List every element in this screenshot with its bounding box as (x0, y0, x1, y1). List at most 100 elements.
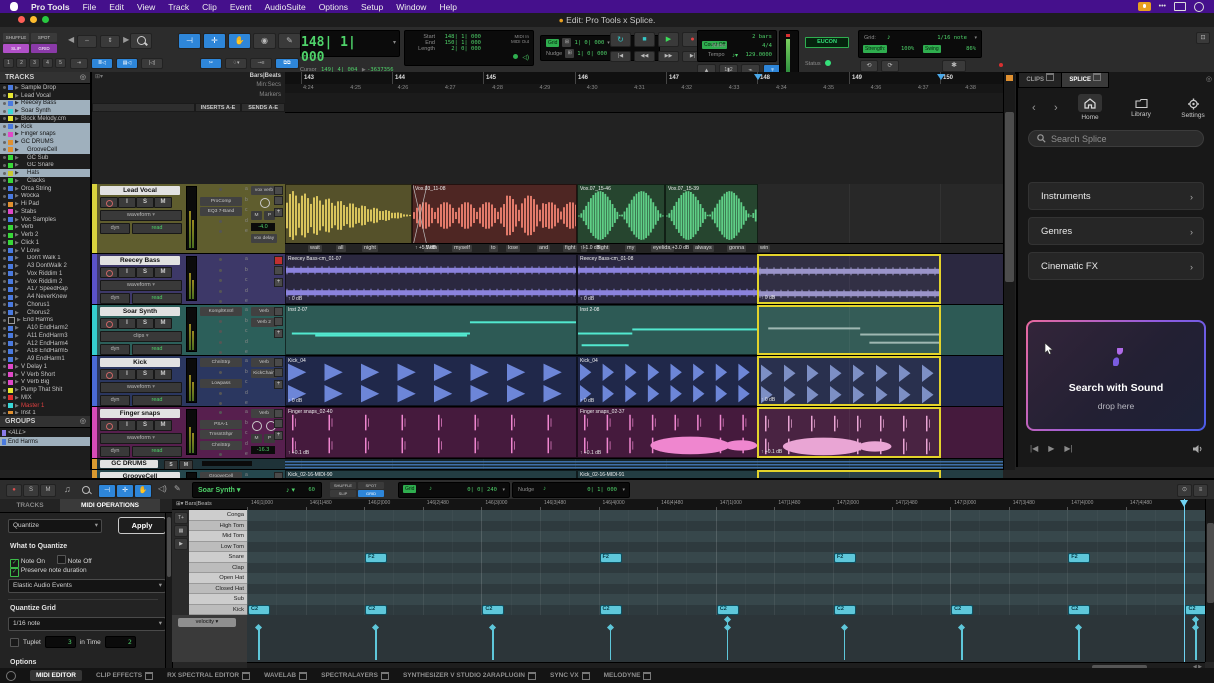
audio-clip[interactable]: Kick_04↑ 0 dB (577, 356, 758, 406)
track-list-item[interactable]: ▶Vox Riddim 1 (0, 270, 90, 278)
zoom-preset-5[interactable]: 5 (55, 58, 66, 68)
bottom-tab-clip-effects[interactable]: CLIP EFFECTS (96, 672, 153, 680)
menu-extra-icon[interactable]: ••• (1159, 3, 1166, 10)
mode-shuffle-button[interactable]: SHUFFLE (3, 33, 29, 42)
mode-grid-button[interactable]: GRID (31, 44, 57, 53)
midi-note-kick[interactable]: C2 (717, 605, 739, 615)
markers-ruler[interactable] (285, 93, 1003, 113)
me-mode-slip[interactable]: SLIP (330, 490, 356, 497)
nudge-note-icon[interactable]: ⊞ (565, 49, 574, 58)
menu-window[interactable]: Window (396, 2, 426, 12)
mode-spot-button[interactable]: SPOT (31, 33, 57, 42)
me-nudge-panel[interactable]: Nudge ♪ 0| 1| 000 ▾ (512, 482, 630, 498)
track-show-dot[interactable] (3, 210, 6, 213)
track-list-item[interactable]: ▶Click 1 (0, 239, 90, 247)
track-lane-finger_snaps[interactable]: Finger snaps_02-40↑ +0.1 dBFinger snaps_… (285, 407, 1003, 459)
audio-clip[interactable]: Reecey Bass-cm_01-07↑ 0 dB (285, 254, 577, 304)
me-lane-label[interactable]: Open Hat (189, 573, 247, 584)
track-view-selector[interactable]: waveform ▾ (100, 280, 182, 291)
track-show-dot[interactable] (3, 257, 6, 260)
tab-clips[interactable]: CLIPS (1018, 72, 1062, 88)
track-list-item[interactable]: ▶Chorus2 (0, 309, 90, 317)
track-corner-icon[interactable] (274, 419, 283, 428)
track-show-dot[interactable] (3, 148, 6, 151)
midi-note-kick[interactable]: C2 (365, 605, 387, 615)
layered-edit-button[interactable]: ⊸≡ (250, 58, 272, 69)
send-slot-letter[interactable]: b (245, 318, 248, 324)
track-list-item[interactable]: ▶End Harms (0, 317, 90, 325)
midi-note-kick[interactable]: C2 (600, 605, 622, 615)
selected-region[interactable] (757, 305, 941, 355)
trim-tool-button[interactable]: ⊣ (178, 33, 201, 49)
midi-note-kick[interactable]: C2 (1068, 605, 1090, 615)
track-dyn-selector[interactable]: dyn (100, 223, 130, 234)
me-vertical-scrollbar[interactable] (1205, 499, 1214, 662)
track-list-item[interactable]: ▶A11 EndHarm3 (0, 332, 90, 340)
me-grabber-tool[interactable]: ✋ (134, 484, 152, 498)
track-list-item[interactable]: ▶Verb (0, 224, 90, 232)
track-show-dot[interactable] (3, 303, 6, 306)
send-slot-letter[interactable]: d (245, 288, 248, 294)
me-lane-label[interactable]: Kick (189, 605, 247, 616)
bottom-tab-sync-vx[interactable]: SYNC VX (550, 672, 590, 680)
insert-empty-slot[interactable] (219, 371, 222, 374)
track-list-item[interactable]: ▶Orca String (0, 185, 90, 193)
tab-to-transient-button[interactable]: ⇥ (70, 58, 88, 69)
me-selector-tool[interactable]: ✛ (116, 484, 134, 498)
settings-gear-button[interactable]: ✱ (942, 60, 966, 72)
velocity-diamond[interactable] (1075, 624, 1082, 631)
ruler-view-icon[interactable]: ⊞▾ (95, 73, 103, 80)
menu-help[interactable]: Help (439, 2, 456, 12)
track-list-item[interactable]: ▶Clacks (0, 177, 90, 185)
track-show-dot[interactable] (3, 195, 6, 198)
track-record-button[interactable] (100, 420, 118, 431)
me-lane-label[interactable]: High Tom (189, 521, 247, 532)
send-slot-letter[interactable]: d (245, 441, 248, 447)
bottom-tab-spectralayers[interactable]: SPECTRALAYERS (321, 672, 389, 680)
velocity-diamond[interactable] (372, 624, 379, 631)
lyric-marker[interactable]: all (336, 245, 346, 252)
search-with-sound-dropzone[interactable]: Search with Sound drop here (1026, 320, 1206, 431)
track-show-dot[interactable] (3, 234, 6, 237)
swing-toggle[interactable]: Swing (923, 45, 941, 53)
send-mute-button[interactable]: M (251, 211, 262, 220)
menu-pro-tools[interactable]: Pro Tools (31, 2, 70, 12)
track-show-dot[interactable] (3, 365, 6, 368)
insert-empty-slot[interactable] (219, 300, 222, 303)
send-slot-letter[interactable]: a (245, 409, 248, 415)
audio-clip[interactable]: Kick_04↑ 0 dB (285, 356, 577, 406)
track-show-dot[interactable] (3, 350, 6, 353)
midi-note-snare[interactable]: F2 (365, 553, 387, 563)
track-record-button[interactable] (100, 267, 118, 278)
track-i-button[interactable]: I (118, 318, 136, 329)
me-lane-label[interactable]: Low Tom (189, 542, 247, 553)
zoom-toggle-button[interactable] (130, 33, 152, 49)
me-mode-grid[interactable]: GRID (358, 490, 384, 497)
grid-note-value[interactable]: 1/16 note (937, 35, 967, 41)
send-slot-letter[interactable]: d (245, 218, 248, 224)
track-view-selector[interactable]: waveform ▾ (100, 382, 182, 393)
track-show-dot[interactable] (3, 381, 6, 384)
track-show-dot[interactable] (3, 358, 6, 361)
velocity-diamond[interactable] (1192, 616, 1199, 623)
lyric-marker[interactable]: wait (308, 245, 322, 252)
scrub-tool-button[interactable]: ◉ (253, 33, 276, 49)
send-slot-letter[interactable]: c (245, 328, 248, 334)
nav-settings[interactable]: Settings (1176, 94, 1210, 119)
track-list-item[interactable]: ▶V Verb Short (0, 371, 90, 379)
send-knob[interactable] (252, 421, 262, 431)
pencil-tool-button[interactable]: ✎ (278, 33, 301, 49)
midi-note-kick[interactable]: C2 (1185, 605, 1205, 615)
grabber-tool-button[interactable]: ✋ (228, 33, 251, 49)
menu-event[interactable]: Event (230, 2, 252, 12)
velocity-diamond[interactable] (958, 624, 965, 631)
menu-clip[interactable]: Clip (202, 2, 217, 12)
me-magnifier-icon[interactable] (82, 486, 90, 494)
menu-audiosuite[interactable]: AudioSuite (265, 2, 306, 12)
track-record-button[interactable] (100, 197, 118, 208)
track-show-dot[interactable] (3, 141, 6, 144)
lyric-marker[interactable]: fight (563, 245, 577, 252)
insert-empty-slot[interactable] (219, 230, 222, 233)
track-s-button[interactable]: S (136, 197, 154, 208)
track-show-dot[interactable] (3, 311, 6, 314)
